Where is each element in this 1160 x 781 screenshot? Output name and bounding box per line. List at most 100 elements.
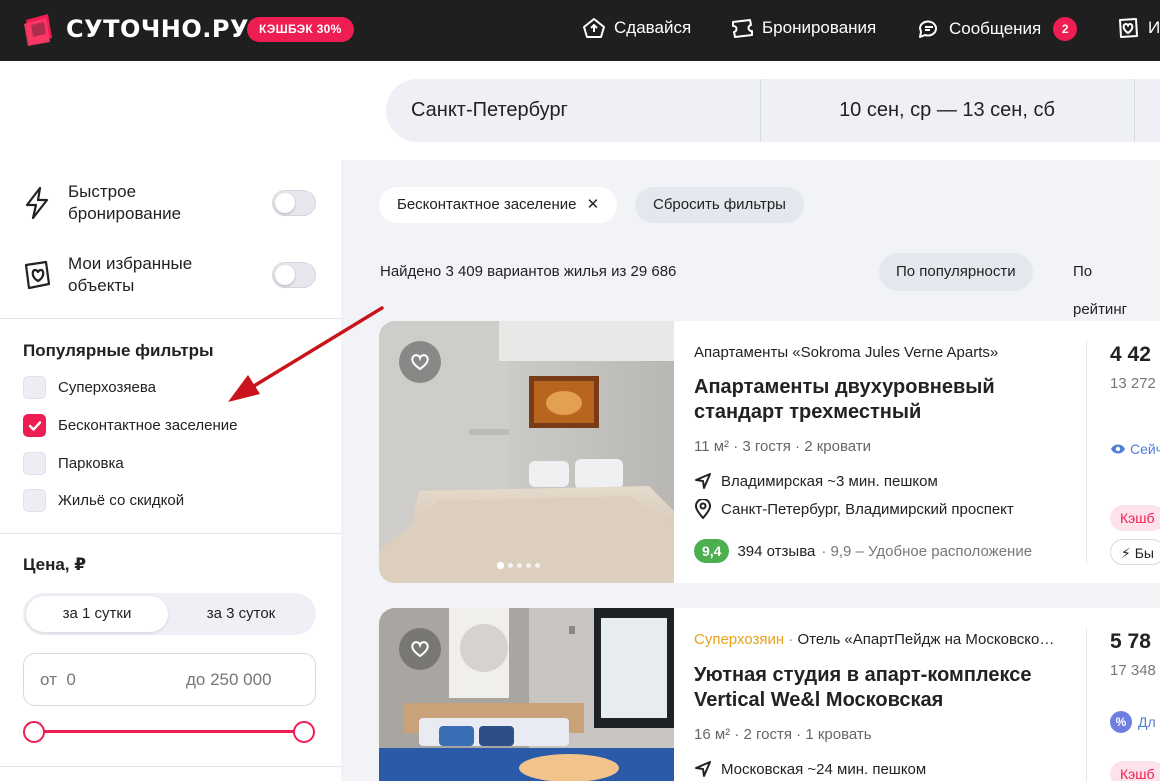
favorites-label: Мои избранные объекты bbox=[68, 254, 193, 295]
listing-discount-note: % Дл bbox=[1110, 711, 1156, 733]
annotation-arrow bbox=[228, 306, 384, 402]
cashback-badge: Кэшб bbox=[1110, 505, 1160, 531]
listing-title[interactable]: Апартаменты двухуровневый стандарт трехм… bbox=[694, 375, 1074, 425]
nav-messages[interactable]: Сообщения 2 bbox=[917, 17, 1078, 41]
price-slider-min-handle[interactable] bbox=[23, 721, 45, 743]
close-icon[interactable]: ✕ bbox=[587, 196, 600, 213]
logo-text: СУТОЧНО.РУ bbox=[66, 15, 249, 43]
active-filter-chip-label: Бесконтактное заселение bbox=[397, 196, 577, 213]
filter-discount[interactable]: Жильё со скидкой bbox=[23, 489, 184, 512]
card-divider bbox=[1086, 341, 1087, 563]
search-dates-field[interactable]: 10 сен, ср — 13 сен, сб bbox=[760, 79, 1134, 142]
listing-photo[interactable] bbox=[379, 608, 674, 781]
listing-photo[interactable] bbox=[379, 321, 674, 583]
filter-parking[interactable]: Парковка bbox=[23, 452, 124, 475]
eye-icon bbox=[1111, 444, 1125, 454]
price-slider[interactable] bbox=[23, 720, 317, 744]
active-filter-chip[interactable]: Бесконтактное заселение ✕ bbox=[379, 187, 618, 223]
favorite-button[interactable] bbox=[399, 341, 441, 383]
listing-price-total: 17 348 bbox=[1110, 662, 1156, 679]
lightning-icon bbox=[22, 185, 52, 221]
instant-booking-label: Быстрое бронирование bbox=[68, 182, 182, 223]
house-upload-icon bbox=[583, 18, 605, 38]
listing-price: 5 78 bbox=[1110, 630, 1151, 653]
instant-booking-switch[interactable] bbox=[272, 190, 316, 216]
filter-superhosts[interactable]: Суперхозяева bbox=[23, 376, 156, 399]
chat-bubbles-icon bbox=[919, 20, 937, 38]
search-band: Санкт-Петербург 10 сен, ср — 13 сен, сб bbox=[0, 61, 1160, 160]
filter-label: Парковка bbox=[58, 455, 124, 472]
sort-rating[interactable]: По рейтинг bbox=[1056, 253, 1160, 318]
heart-badge-icon bbox=[22, 257, 52, 293]
lightning-icon: ⚡ bbox=[1121, 545, 1131, 561]
listing-price-total: 13 272 bbox=[1110, 375, 1156, 392]
filter-label: Суперхозяева bbox=[58, 379, 156, 396]
sort-popularity[interactable]: По популярности bbox=[879, 253, 1033, 291]
price-title: Цена, ₽ bbox=[23, 555, 87, 574]
nav-host[interactable]: Сдавайся bbox=[582, 17, 691, 39]
listing-meta: 11 м² · 3 гостя · 2 кровати bbox=[694, 438, 872, 455]
reviews-count: 394 отзыва bbox=[737, 542, 816, 560]
check-icon bbox=[28, 420, 41, 431]
popular-filters-title: Популярные фильтры bbox=[23, 341, 214, 360]
messages-count-badge: 2 bbox=[1053, 17, 1078, 41]
filters-sidebar: Быстрое бронирование Мои избранные объек… bbox=[0, 160, 341, 781]
location-pin-icon bbox=[694, 499, 712, 519]
top-bar: СУТОЧНО.РУ КЭШБЭК 30% Сдавайся Бронирова… bbox=[0, 0, 1160, 61]
sidebar-divider bbox=[0, 533, 341, 534]
nav-messages-label: Сообщения bbox=[949, 19, 1042, 38]
listing-card[interactable]: Суперхозяин · Отель «АпартПейдж на Моско… bbox=[379, 608, 1160, 781]
reset-filters-button[interactable]: Сбросить фильтры bbox=[635, 187, 804, 223]
checkbox[interactable] bbox=[23, 376, 46, 399]
filter-contactless[interactable]: Бесконтактное заселение bbox=[23, 414, 238, 437]
price-slider-track bbox=[33, 730, 307, 733]
instant-booking-badge: ⚡ Бы bbox=[1110, 539, 1160, 565]
price-period-switcher: за 1 сутки за 3 суток bbox=[23, 593, 316, 635]
checkbox-checked[interactable] bbox=[23, 414, 46, 437]
price-from-input[interactable] bbox=[24, 654, 170, 705]
instant-booking-toggle-row[interactable]: Быстрое бронирование bbox=[22, 181, 318, 225]
discount-icon: % bbox=[1110, 711, 1132, 733]
search-city-field[interactable]: Санкт-Петербург bbox=[411, 79, 568, 142]
price-range-inputs bbox=[23, 653, 316, 706]
filter-label: Жильё со скидкой bbox=[58, 492, 185, 509]
price-slider-max-handle[interactable] bbox=[293, 721, 315, 743]
listing-address: Санкт-Петербург, Владимирский проспект bbox=[694, 499, 1060, 519]
logo-icon bbox=[22, 12, 58, 46]
listing-metro: Московская ~24 мин. пешком bbox=[694, 760, 1074, 778]
rating-note: 9,9 – Удобное расположение bbox=[830, 542, 1033, 560]
sidebar-divider bbox=[0, 766, 341, 767]
search-box: Санкт-Петербург 10 сен, ср — 13 сен, сб bbox=[386, 79, 1160, 142]
listing-card[interactable]: Апартаменты «Sokroma Jules Verne Aparts»… bbox=[379, 321, 1160, 583]
rating-badge: 9,4 bbox=[694, 539, 730, 563]
heart-icon bbox=[411, 354, 429, 371]
favorites-toggle-row[interactable]: Мои избранные объекты bbox=[22, 253, 318, 297]
listing-price: 4 42 bbox=[1110, 343, 1151, 366]
heart-icon bbox=[411, 641, 429, 658]
checkbox[interactable] bbox=[23, 452, 46, 475]
nav-bookings[interactable]: Бронирования bbox=[730, 17, 876, 39]
navigation-arrow-icon bbox=[695, 761, 711, 777]
checkbox[interactable] bbox=[23, 489, 46, 512]
price-period-1-day[interactable]: за 1 сутки bbox=[26, 596, 168, 632]
price-to-input[interactable] bbox=[170, 654, 316, 705]
listing-rating[interactable]: 9,4 394 отзыва · 9,9 – Удобное расположе… bbox=[694, 539, 1074, 563]
nav-host-label: Сдавайся bbox=[614, 18, 692, 37]
filter-label: Бесконтактное заселение bbox=[58, 417, 238, 434]
ticket-icon bbox=[732, 19, 753, 38]
cashback-badge: Кэшб bbox=[1110, 761, 1160, 781]
favorites-switch[interactable] bbox=[272, 262, 316, 288]
logo[interactable]: СУТОЧНО.РУ bbox=[22, 12, 249, 46]
card-divider bbox=[1086, 628, 1087, 781]
listing-title[interactable]: Уютная студия в апарт-комплексе Vertical… bbox=[694, 663, 1074, 713]
listing-type: Апартаменты «Sokroma Jules Verne Aparts» bbox=[694, 344, 999, 361]
navigation-arrow-icon bbox=[695, 473, 711, 489]
nav-bookings-label: Бронирования bbox=[762, 18, 877, 37]
heart-badge-icon bbox=[1119, 18, 1138, 38]
nav-favorites-label: И bbox=[1148, 18, 1160, 37]
cashback-badge[interactable]: КЭШБЭК 30% bbox=[247, 17, 354, 42]
photo-pagination[interactable] bbox=[497, 562, 544, 569]
nav-favorites[interactable]: И bbox=[1116, 17, 1160, 39]
price-period-3-days[interactable]: за 3 суток bbox=[169, 596, 313, 632]
favorite-button[interactable] bbox=[399, 628, 441, 670]
